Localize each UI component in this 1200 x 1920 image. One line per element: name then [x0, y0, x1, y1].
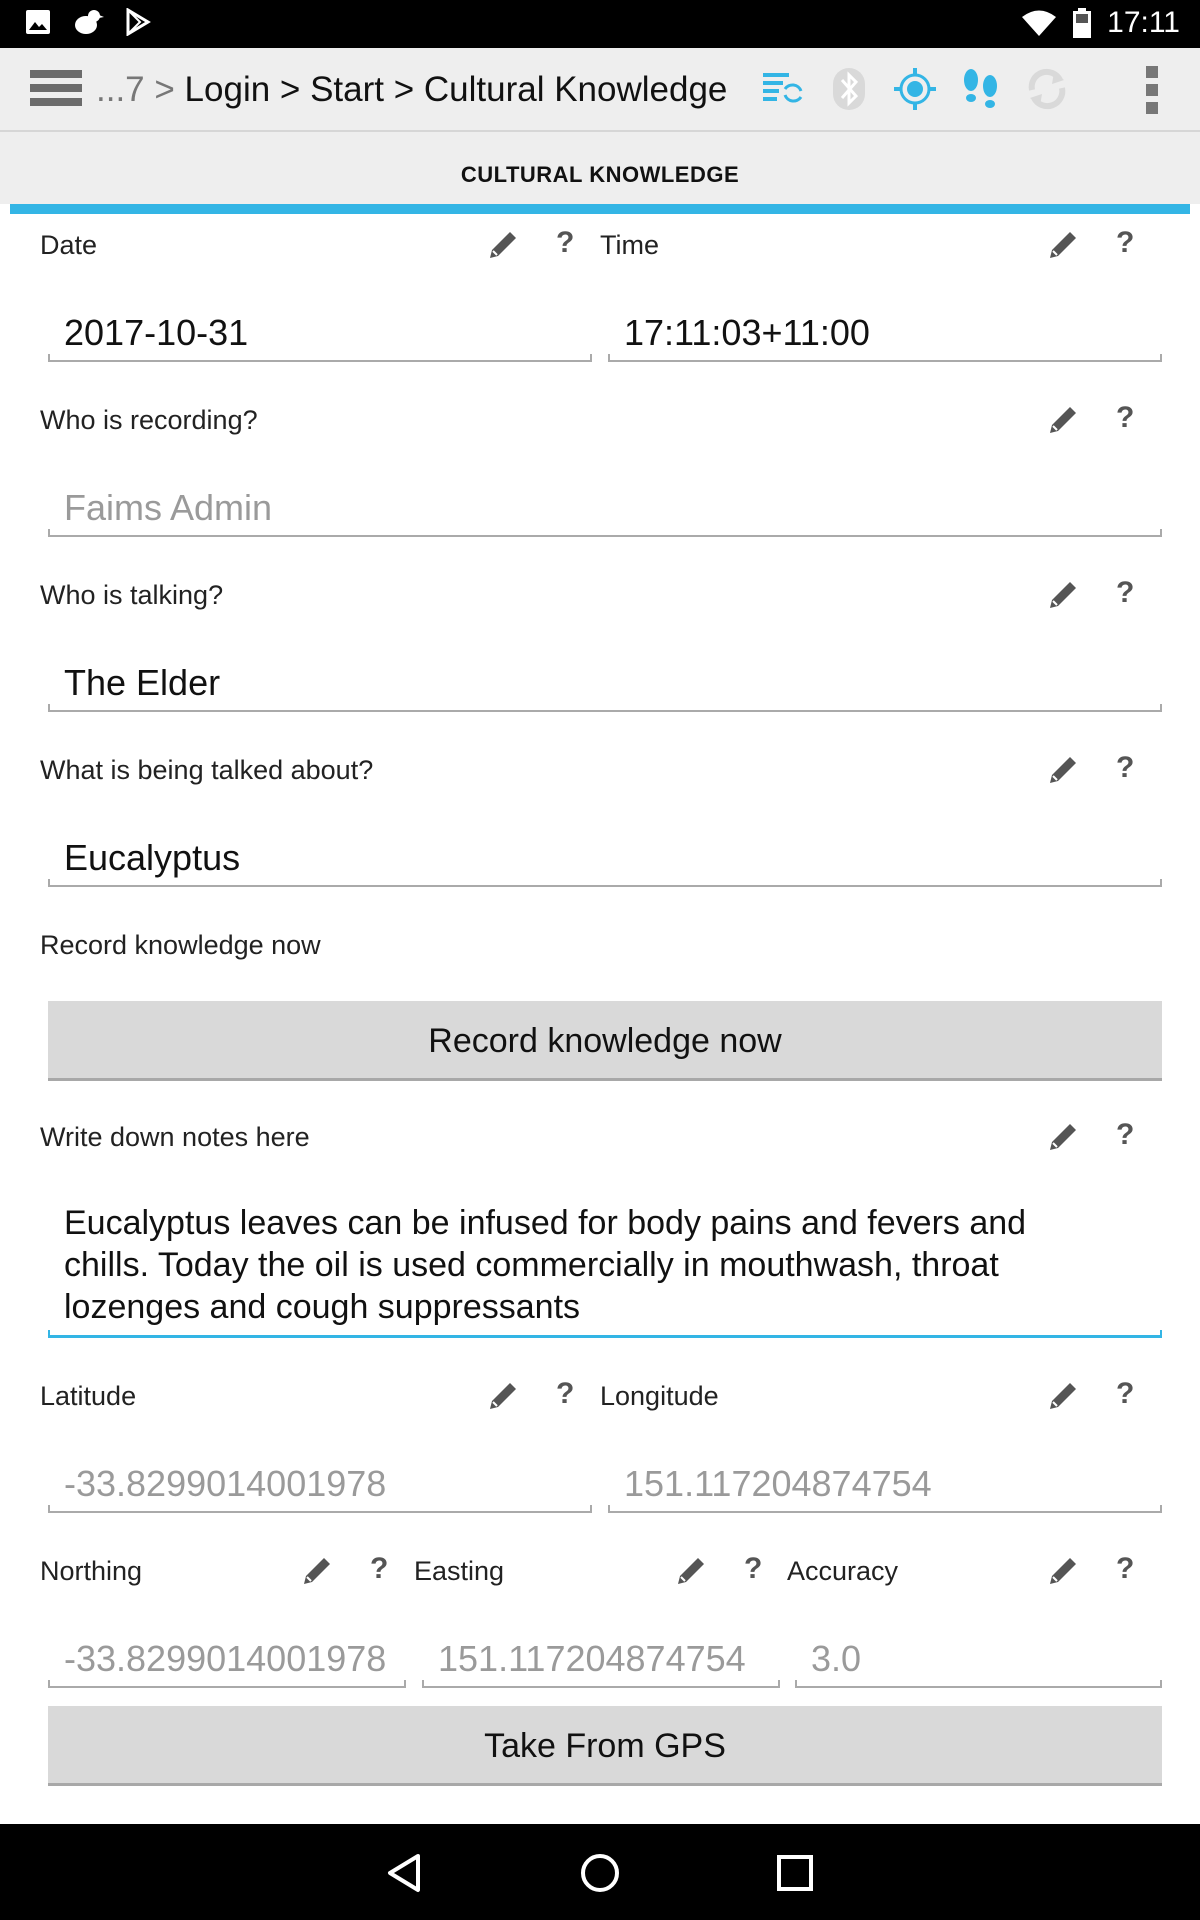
northing-field[interactable]: -33.8299014001978	[64, 1638, 386, 1680]
gallery-icon	[26, 10, 50, 34]
recorder-field[interactable]: Faims Admin	[64, 487, 272, 529]
help-icon[interactable]: ?	[1116, 1118, 1134, 1152]
help-icon[interactable]: ?	[556, 226, 574, 260]
topic-field-underline	[48, 879, 1162, 887]
back-icon[interactable]	[380, 1848, 430, 1898]
help-icon[interactable]: ?	[1116, 226, 1134, 260]
recorder-label: Who is recording?	[40, 405, 258, 435]
bluetooth-icon[interactable]	[826, 66, 872, 112]
date-field-underline	[48, 354, 592, 362]
pencil-icon[interactable]	[486, 228, 520, 262]
help-icon[interactable]: ?	[1116, 1377, 1134, 1411]
pencil-icon[interactable]	[1046, 228, 1080, 262]
pencil-icon[interactable]	[1046, 1554, 1080, 1588]
accuracy-label: Accuracy	[787, 1556, 899, 1586]
accuracy-field-underline	[795, 1680, 1162, 1688]
form-content: Date ? Time ? 2017-10-31 17:11:03+11:00 …	[10, 214, 1190, 1824]
recorder-field-underline	[48, 529, 1162, 537]
sync-list-icon[interactable]	[760, 66, 806, 112]
notes-line: lozenges and cough suppressants	[64, 1288, 581, 1326]
latitude-field-underline	[48, 1505, 592, 1513]
notes-label: Write down notes here	[40, 1122, 310, 1152]
tab-indicator	[10, 204, 1190, 214]
time-field[interactable]: 17:11:03+11:00	[624, 312, 870, 354]
help-icon[interactable]: ?	[556, 1377, 574, 1411]
gps-icon[interactable]	[892, 66, 938, 112]
help-icon[interactable]: ?	[1116, 576, 1134, 610]
notes-field[interactable]: Eucalyptus leaves can be infused for bod…	[64, 1202, 1026, 1328]
latitude-field[interactable]: -33.8299014001978	[64, 1463, 386, 1505]
overflow-menu-icon[interactable]	[1146, 66, 1160, 120]
record-knowledge-button[interactable]: Record knowledge now	[48, 1001, 1162, 1081]
help-icon[interactable]: ?	[370, 1552, 388, 1586]
pencil-icon[interactable]	[300, 1554, 334, 1588]
breadcrumb-prefix[interactable]: ...7 >	[96, 70, 175, 109]
pencil-icon[interactable]	[1046, 578, 1080, 612]
topic-field[interactable]: Eucalyptus	[64, 837, 240, 879]
northing-field-underline	[48, 1680, 406, 1688]
tab-bar: CULTURAL KNOWLEDGE	[0, 132, 1200, 204]
tracklog-icon[interactable]	[958, 66, 1004, 112]
time-field-underline	[608, 354, 1162, 362]
play-store-icon	[126, 8, 151, 36]
help-icon[interactable]: ?	[744, 1552, 762, 1586]
pencil-icon[interactable]	[486, 1379, 520, 1413]
pencil-icon[interactable]	[1046, 1120, 1080, 1154]
help-icon[interactable]: ?	[1116, 1552, 1134, 1586]
topic-label: What is being talked about?	[40, 755, 374, 785]
accuracy-field[interactable]: 3.0	[811, 1638, 861, 1680]
home-icon[interactable]	[575, 1848, 625, 1898]
easting-field[interactable]: 151.117204874754	[438, 1638, 746, 1680]
tab-cultural-knowledge[interactable]: CULTURAL KNOWLEDGE	[0, 162, 1200, 188]
notes-line: Eucalyptus leaves can be infused for bod…	[64, 1204, 1027, 1242]
date-label: Date	[40, 230, 98, 260]
notes-line: chills. Today the oil is used commercial…	[64, 1246, 999, 1284]
northing-label: Northing	[40, 1556, 143, 1586]
pencil-icon[interactable]	[1046, 403, 1080, 437]
talker-label: Who is talking?	[40, 580, 224, 610]
status-bar: 17:11	[0, 0, 1200, 48]
pencil-icon[interactable]	[674, 1554, 708, 1588]
talker-field[interactable]: The Elder	[64, 662, 220, 704]
refresh-icon[interactable]	[1024, 66, 1070, 112]
bird-icon	[75, 10, 104, 34]
app-bar: ...7 > Login > Start > Cultural Knowledg…	[0, 48, 1200, 132]
pencil-icon[interactable]	[1046, 753, 1080, 787]
breadcrumb: ...7 > Login > Start > Cultural Knowledg…	[96, 70, 727, 110]
record-label: Record knowledge now	[40, 930, 321, 960]
help-icon[interactable]: ?	[1116, 751, 1134, 785]
navigation-bar	[0, 1824, 1200, 1920]
easting-field-underline	[422, 1680, 780, 1688]
longitude-field[interactable]: 151.117204874754	[624, 1463, 932, 1505]
menu-icon[interactable]	[30, 70, 82, 110]
take-from-gps-button[interactable]: Take From GPS	[48, 1706, 1162, 1786]
help-icon[interactable]: ?	[1116, 401, 1134, 435]
latitude-label: Latitude	[40, 1381, 137, 1411]
date-field[interactable]: 2017-10-31	[64, 312, 248, 354]
breadcrumb-path[interactable]: Login > Start > Cultural Knowledge	[185, 70, 728, 109]
time-label: Time	[600, 230, 659, 260]
notes-field-underline	[48, 1330, 1162, 1338]
wifi-icon	[1022, 10, 1057, 36]
battery-icon	[1073, 8, 1092, 38]
longitude-field-underline	[608, 1505, 1162, 1513]
clock: 17:11	[1107, 6, 1180, 39]
easting-label: Easting	[414, 1556, 505, 1586]
pencil-icon[interactable]	[1046, 1379, 1080, 1413]
longitude-label: Longitude	[600, 1381, 719, 1411]
talker-field-underline	[48, 704, 1162, 712]
recents-icon[interactable]	[770, 1848, 820, 1898]
